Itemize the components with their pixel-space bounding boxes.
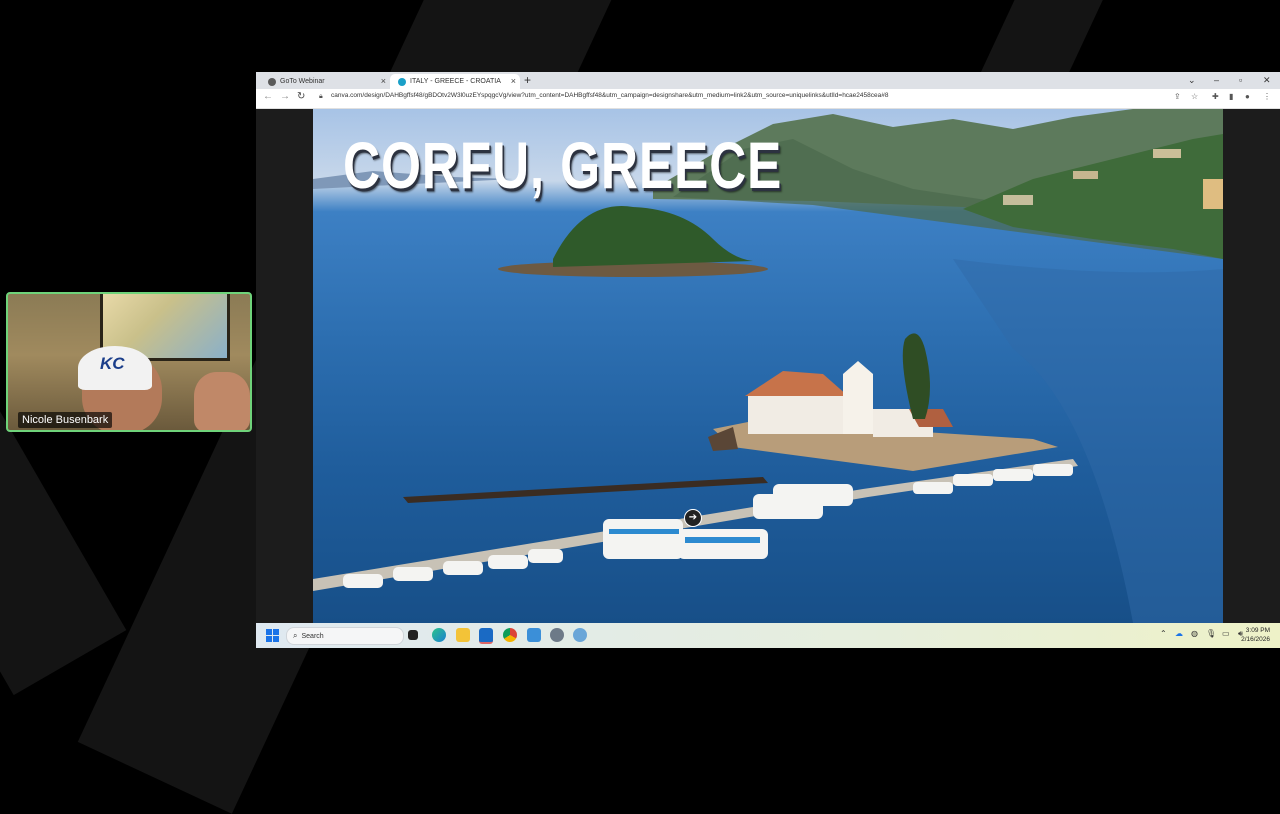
maximize-icon[interactable]: ▫ [1239, 72, 1242, 89]
mouse-cursor-icon: ➔ [684, 509, 702, 527]
sidebar-icon[interactable]: ▮ [1229, 92, 1233, 101]
slide-title: CORFU, GREECE [343, 128, 783, 202]
canva-slide: CORFU, GREECE ➔ [313, 109, 1223, 623]
show-hidden-icons-icon[interactable]: ⌃ [1160, 629, 1167, 638]
tab-label: ITALY - GREECE - CROATIA [410, 78, 501, 85]
participant-name-label: Nicole Busenbark [18, 412, 113, 428]
microphone-icon[interactable]: 🎙︎ [1206, 629, 1216, 638]
minimize-icon[interactable]: – [1214, 72, 1219, 89]
clock-date: 2/16/2026 [1241, 636, 1270, 643]
edge-icon[interactable] [432, 628, 446, 642]
share-icon[interactable]: ⇪ [1174, 92, 1181, 101]
clock-time: 3:09 PM [1245, 627, 1270, 634]
tab-canva[interactable]: ITALY - GREECE - CROATIA × [390, 74, 520, 89]
gotowebinar-favicon-icon [268, 77, 276, 86]
new-tab-button[interactable]: + [524, 73, 531, 87]
shared-browser-window: GoTo Webinar × ITALY - GREECE - CROATIA … [256, 72, 1280, 648]
reload-icon[interactable]: ↻ [297, 91, 305, 102]
menu-icon[interactable]: ⋮ [1263, 92, 1271, 101]
snipping-tool-icon[interactable] [527, 628, 541, 642]
forward-icon[interactable]: → [280, 91, 290, 102]
tab-search-icon[interactable]: ⌄ [1188, 72, 1196, 89]
cap-logo: KC [100, 354, 125, 373]
app-icon[interactable] [573, 628, 587, 642]
settings-gear-icon[interactable] [550, 628, 564, 642]
tab-label: GoTo Webinar [280, 78, 325, 85]
close-window-icon[interactable]: ✕ [1263, 72, 1271, 89]
onedrive-icon[interactable]: ☁ [1175, 629, 1183, 638]
canva-favicon-icon [398, 77, 406, 86]
tab-gotowebinar[interactable]: GoTo Webinar × [260, 74, 390, 89]
extensions-icon[interactable]: ✚ [1212, 92, 1219, 101]
taskbar-search-box[interactable]: ⌕ Search [286, 627, 404, 645]
tab-bar: GoTo Webinar × ITALY - GREECE - CROATIA … [256, 72, 1280, 89]
page-viewport: CORFU, GREECE ➔ [256, 109, 1280, 623]
network-icon[interactable]: ◍ [1191, 629, 1198, 638]
search-label: Search [301, 633, 324, 640]
file-explorer-icon[interactable] [456, 628, 470, 642]
breakwater [403, 477, 768, 503]
profile-icon[interactable]: ● [1245, 92, 1250, 101]
bookmark-star-icon[interactable]: ☆ [1191, 92, 1198, 101]
cypress-tree [902, 333, 930, 419]
webcam-tile: KC Nicole Busenbark [6, 292, 252, 432]
back-icon[interactable]: ← [263, 91, 273, 102]
monastery-building [748, 394, 848, 434]
outlook-icon[interactable] [479, 628, 493, 644]
url-field[interactable]: canva.com/design/DAHBgffsf48/gBDOtv2W3l0… [331, 92, 888, 99]
start-button[interactable] [266, 629, 279, 642]
chrome-icon[interactable] [503, 628, 517, 642]
system-clock[interactable]: 3:09 PM 2/16/2026 [1241, 626, 1270, 644]
windows-taskbar: ⌕ Search ⌃ ☁ ◍ 🎙︎ ▭ 🔊︎ 3:09 PM 2/16/2026 [256, 623, 1280, 648]
lock-icon: 🔒︎ [319, 93, 323, 100]
background-stroke [0, 404, 127, 696]
close-tab-icon[interactable]: × [381, 74, 386, 89]
close-tab-icon[interactable]: × [511, 74, 516, 89]
participant-hand [194, 372, 250, 430]
display-icon[interactable]: ▭ [1222, 629, 1230, 638]
search-icon: ⌕ [293, 631, 298, 640]
island-trees [553, 206, 753, 267]
address-bar: ← → ↻ 🔒︎ canva.com/design/DAHBgffsf48/gB… [256, 89, 1280, 109]
task-view-icon[interactable] [408, 630, 418, 640]
